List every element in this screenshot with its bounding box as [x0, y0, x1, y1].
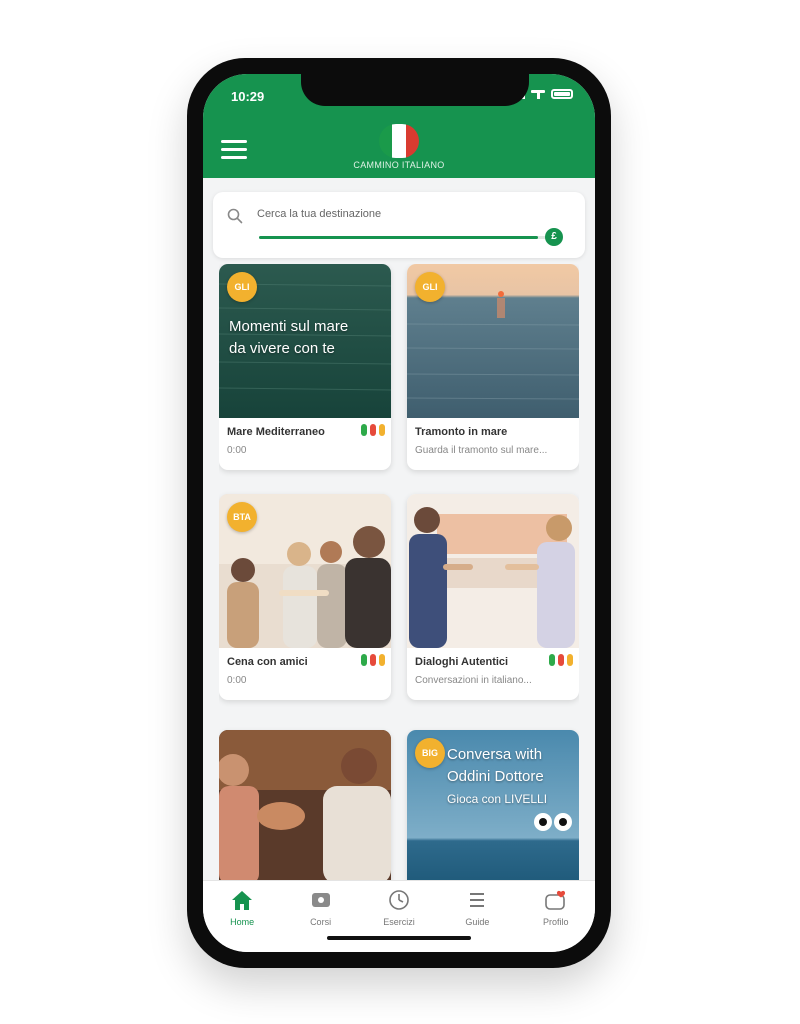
card-cena[interactable]: BTA Cena con amici 0:00	[219, 494, 391, 700]
nav-item-corsi[interactable]: Corsi	[286, 889, 356, 952]
battery-icon	[551, 89, 573, 99]
list-icon	[470, 893, 485, 907]
app-title: CAMMINO ITALIANO	[353, 160, 445, 170]
flag-indicator	[361, 424, 385, 436]
card-image-gesture	[219, 730, 391, 884]
level-badge: BTA	[227, 502, 257, 532]
search-input[interactable]	[257, 204, 557, 224]
card-title: Dialoghi Autentici	[415, 656, 509, 668]
search-progress-knob[interactable]: £	[545, 228, 563, 246]
flag-indicator	[361, 654, 385, 666]
nav-item-profilo[interactable]: Profilo	[521, 889, 591, 952]
wifi-icon	[531, 89, 545, 99]
heart-icon	[544, 890, 565, 910]
card-conversa[interactable]: BIG Conversa with Oddini Dottore Gioca c…	[407, 730, 579, 896]
card-subtitle: Conversazioni in italiano...	[415, 675, 532, 686]
app-screen: 10:29 CAMMINO ITALIANO Cerca la tua dest…	[203, 74, 595, 952]
hamburger-menu-icon[interactable]	[221, 140, 247, 160]
level-badge: GLI	[227, 272, 257, 302]
card-tramonto[interactable]: GLI Tramonto in mare Guarda il tramonto …	[407, 264, 579, 470]
nav-label: Corsi	[310, 917, 332, 927]
notch	[301, 74, 529, 106]
card-gesti[interactable]	[219, 730, 391, 896]
card-image-conversation	[407, 494, 579, 648]
bottom-nav: Home Corsi Esercizi Guide Profilo	[203, 880, 595, 952]
card-title: Cena con amici	[227, 656, 308, 668]
nav-item-home[interactable]: Home	[207, 889, 277, 952]
nav-label: Home	[230, 917, 255, 927]
italian-flag-logo	[379, 124, 419, 158]
card-subtitle: 0:00	[227, 445, 247, 456]
content-grid: GLI Momenti sul mare da vivere con te Ma…	[219, 264, 579, 896]
card-overlay-text: Conversa with Oddini Dottore Gioca con L…	[447, 746, 548, 806]
level-badge: GLI	[415, 272, 445, 302]
nav-label: Guide	[465, 917, 490, 927]
home-icon	[232, 891, 253, 910]
search-icon	[227, 208, 243, 224]
card-subtitle: 0:00	[227, 675, 247, 686]
card-title: Tramonto in mare	[415, 426, 508, 438]
nav-label: Esercizi	[383, 917, 415, 927]
clock-icon	[389, 890, 409, 910]
phone-frame: 10:29 CAMMINO ITALIANO Cerca la tua dest…	[187, 58, 611, 968]
card-subtitle: Guarda il tramonto sul mare...	[415, 445, 548, 456]
nav-item-guide[interactable]: Guide	[442, 889, 512, 952]
card-dialoghi[interactable]: Dialoghi Autentici Conversazioni in ital…	[407, 494, 579, 700]
home-indicator	[327, 936, 471, 940]
search-progress-fill	[259, 236, 539, 239]
video-icon	[311, 893, 330, 907]
card-title: Mare Mediterraneo	[227, 426, 325, 438]
level-badge: BIG	[415, 738, 445, 768]
nav-label: Profilo	[542, 917, 569, 927]
search-progress-track	[259, 236, 547, 239]
nav-item-esercizi[interactable]: Esercizi	[364, 889, 434, 952]
flag-indicator	[549, 654, 573, 666]
search-card: £	[213, 192, 585, 258]
card-overlay-text: Momenti sul mare da vivere con te	[229, 318, 349, 357]
card-mare[interactable]: GLI Momenti sul mare da vivere con te Ma…	[219, 264, 391, 470]
status-time: 10:29	[231, 89, 265, 104]
